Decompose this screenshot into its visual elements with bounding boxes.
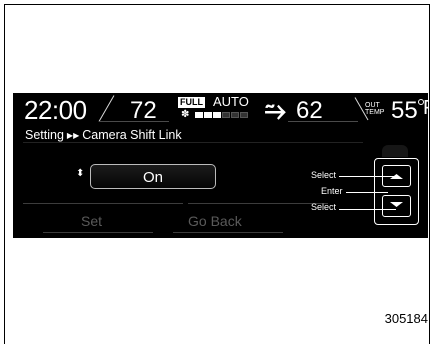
select-down-label: Select bbox=[311, 202, 337, 212]
select-up-label: Select bbox=[311, 170, 337, 180]
outside-temp-unit: F bbox=[423, 97, 428, 120]
fan-level-bar bbox=[231, 112, 239, 118]
fan-mode-badge: FULL bbox=[178, 97, 205, 108]
display-screen: 22:00 72 FULL AUTO ✽ ⥲ 62 OUT TEMP 55 F … bbox=[13, 93, 428, 238]
arrow-down-icon bbox=[390, 202, 403, 207]
set-button[interactable]: Set bbox=[81, 213, 102, 229]
breadcrumb-parent: Setting bbox=[25, 128, 64, 142]
select-down-key[interactable] bbox=[382, 195, 411, 217]
fan-level-indicator bbox=[195, 112, 248, 118]
time-separator-line bbox=[98, 95, 115, 122]
arrow-up-icon bbox=[390, 174, 403, 179]
fan-icon: ✽ bbox=[181, 109, 190, 120]
vent-airflow-icon: ⥲ bbox=[265, 95, 286, 125]
outside-temp: 55 bbox=[391, 97, 418, 124]
breadcrumb-separator: ▶▶ bbox=[66, 131, 80, 141]
driver-temp[interactable]: 72 bbox=[130, 97, 157, 125]
fan-level-bar bbox=[213, 112, 221, 118]
button-underline bbox=[173, 232, 283, 233]
option-divider bbox=[23, 203, 183, 204]
breadcrumb-current: Camera Shift Link bbox=[82, 128, 182, 142]
climate-mode: AUTO bbox=[213, 94, 249, 109]
header-divider bbox=[23, 142, 363, 143]
setting-value-selector[interactable]: On bbox=[90, 164, 216, 189]
passenger-temp[interactable]: 62 bbox=[296, 97, 323, 125]
fan-level-bar bbox=[222, 112, 230, 118]
enter-label: Enter bbox=[321, 186, 343, 196]
fan-level-bar bbox=[204, 112, 212, 118]
select-up-key[interactable] bbox=[382, 165, 411, 187]
option-divider bbox=[188, 203, 328, 204]
fan-level-bar bbox=[195, 112, 203, 118]
breadcrumb: Setting ▶▶ Camera Shift Link bbox=[25, 128, 182, 142]
controller-shadow bbox=[382, 145, 408, 157]
fan-level-bar bbox=[240, 112, 248, 118]
button-underline bbox=[43, 232, 153, 233]
outside-temp-label: OUT TEMP bbox=[365, 102, 385, 116]
clock: 22:00 bbox=[24, 95, 87, 125]
setting-value: On bbox=[142, 169, 163, 186]
go-back-button[interactable]: Go Back bbox=[188, 213, 242, 229]
up-down-arrow-icon: ⬍ bbox=[76, 168, 85, 179]
figure-number: 305184 bbox=[384, 311, 428, 326]
